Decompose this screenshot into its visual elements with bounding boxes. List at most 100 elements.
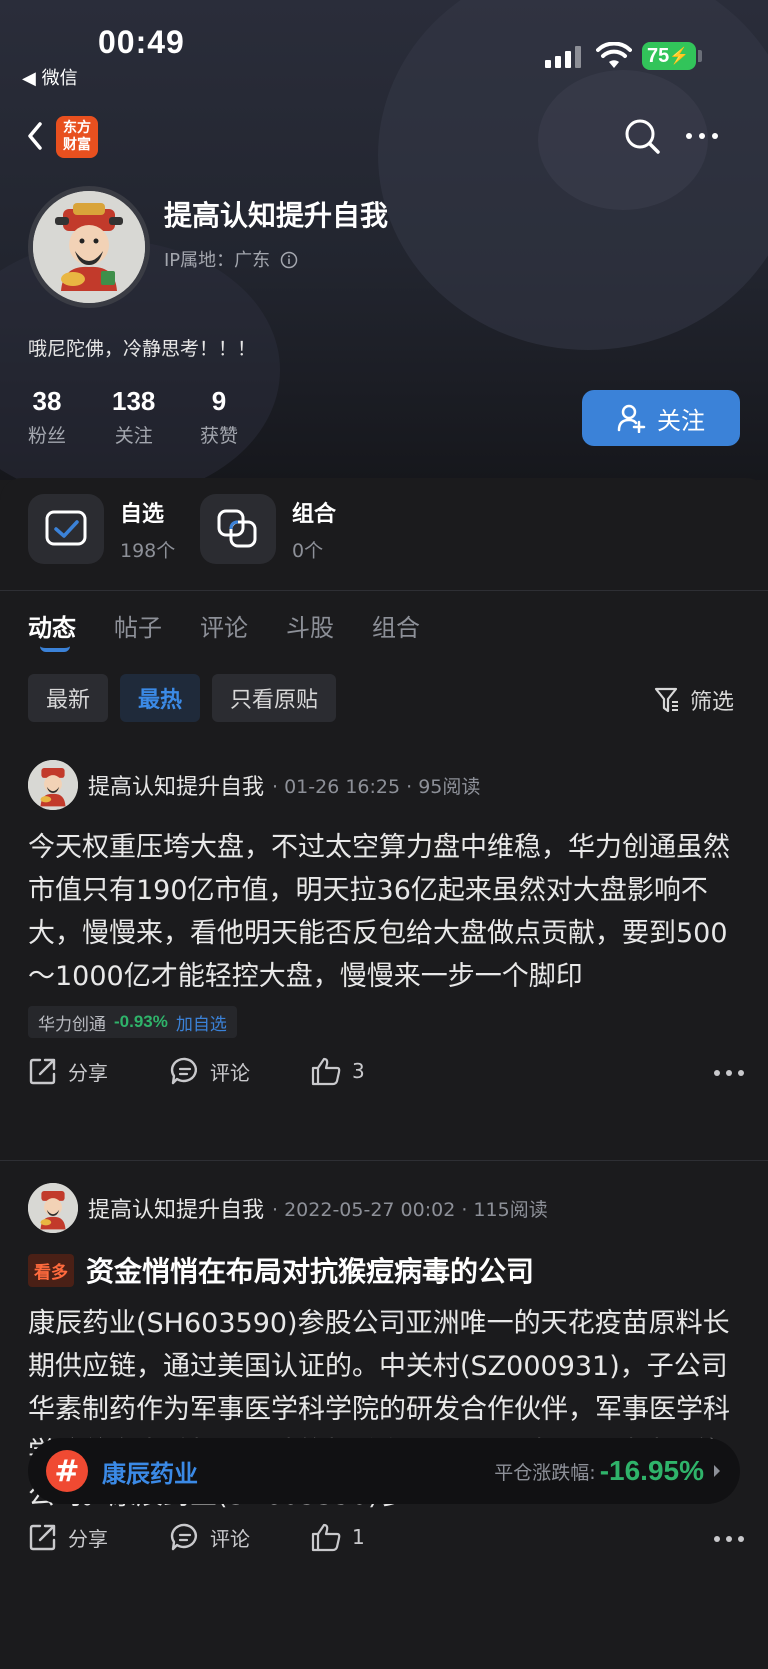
bullish-badge: 看多	[28, 1253, 74, 1287]
avatar[interactable]	[28, 1183, 78, 1233]
logo-line2: 财富	[63, 137, 91, 153]
back-to-wechat[interactable]: ◀ 微信	[22, 64, 78, 90]
share-button[interactable]: 分享	[28, 1056, 108, 1086]
comment-label: 评论	[210, 1526, 250, 1551]
active-tab-indicator	[40, 646, 70, 652]
portfolio-icon	[200, 494, 276, 564]
avatar-illustration-icon	[33, 191, 145, 303]
post-meta: · 2022-05-27 00:02 · 115阅读	[272, 1198, 548, 1221]
like-button[interactable]: 1	[310, 1522, 365, 1552]
avatar[interactable]	[28, 760, 78, 810]
shortcut-watchlist[interactable]: 自选 198个	[28, 494, 175, 564]
cellular-signal-icon	[545, 46, 583, 68]
stat-fans[interactable]: 38 粉丝	[28, 386, 66, 448]
share-label: 分享	[68, 1526, 108, 1551]
wifi-icon	[596, 42, 632, 68]
post-more-icon[interactable]	[714, 1070, 744, 1076]
comment-icon	[170, 1057, 197, 1085]
shortcut-title: 组合	[292, 501, 337, 527]
ip-location: IP属地：广东	[164, 246, 298, 272]
stock-tag[interactable]: 华力创通 -0.93% 加自选	[28, 1006, 237, 1038]
post-author[interactable]: 提高认知提升自我	[88, 769, 264, 801]
share-icon	[29, 1524, 56, 1551]
close-change-label: 平仓涨跌幅:	[494, 1461, 596, 1484]
post-title: 资金悄悄在布局对抗猴痘病毒的公司	[86, 1255, 535, 1288]
stock-card-name: 康辰药业	[102, 1459, 198, 1488]
post-title-row[interactable]: 看多 资金悄悄在布局对抗猴痘病毒的公司	[28, 1250, 534, 1290]
stat-number: 9	[211, 386, 227, 416]
share-button[interactable]: 分享	[28, 1522, 108, 1552]
post-author[interactable]: 提高认知提升自我	[88, 1192, 264, 1224]
divider	[0, 590, 768, 591]
stock-change: -0.93%	[114, 1012, 168, 1031]
shortcut-count: 198个	[120, 539, 176, 562]
post-header: 提高认知提升自我 · 2022-05-27 00:02 · 115阅读	[28, 1183, 548, 1233]
thumbs-up-icon	[311, 1057, 341, 1086]
follow-button[interactable]: 关注	[582, 390, 740, 446]
comment-icon	[170, 1523, 197, 1551]
tab-stock-battle[interactable]: 斗股	[286, 608, 334, 643]
like-button[interactable]: 3	[310, 1056, 365, 1086]
tab-comments[interactable]: 评论	[200, 608, 248, 643]
post-body[interactable]: 今天权重压垮大盘，不过太空算力盘中维稳，华力创通虽然市值只有190亿市值，明天拉…	[28, 826, 744, 998]
share-icon	[29, 1058, 56, 1085]
like-count: 1	[352, 1525, 365, 1549]
chevron-right-icon	[714, 1465, 720, 1477]
tab-activity[interactable]: 动态	[28, 608, 76, 643]
sort-filters: 最新 最热 只看原贴	[28, 674, 337, 722]
stock-name: 华力创通	[38, 1014, 106, 1035]
avatar[interactable]	[28, 186, 150, 308]
logo-line1: 东方	[63, 120, 91, 136]
filter-label: 筛选	[690, 690, 735, 715]
stat-number: 138	[112, 386, 156, 416]
battery-level: 75	[647, 44, 670, 67]
tab-portfolio[interactable]: 组合	[372, 608, 420, 643]
post-actions: 分享 评论 3	[28, 1056, 744, 1096]
shortcut-count: 0个	[292, 539, 324, 562]
more-options-icon[interactable]	[686, 124, 726, 148]
filter-original-only[interactable]: 只看原贴	[212, 674, 337, 722]
filter-hot[interactable]: 最热	[120, 674, 201, 722]
thumbs-up-icon	[311, 1523, 341, 1552]
content-panel: 自选 198个 组合 0个 动态 帖子 评论 斗股 组合 最新 最热 只看原贴	[0, 478, 768, 1669]
post-actions: 分享 评论 1	[28, 1522, 744, 1562]
comment-button[interactable]: 评论	[170, 1056, 250, 1086]
close-change-value: -16.95%	[599, 1455, 704, 1486]
info-icon[interactable]	[280, 251, 298, 269]
back-arrow-icon[interactable]	[22, 118, 50, 154]
watchlist-icon	[28, 494, 104, 564]
divider	[0, 1160, 768, 1161]
search-icon[interactable]	[622, 116, 662, 156]
shortcut-portfolio[interactable]: 组合 0个	[200, 494, 336, 564]
stat-label: 关注	[114, 425, 153, 447]
filter-button[interactable]: 筛选	[654, 684, 734, 716]
post-more-icon[interactable]	[714, 1536, 744, 1542]
top-nav: 东方 财富	[0, 110, 768, 166]
stat-likes[interactable]: 9 获赞	[200, 386, 238, 448]
comment-label: 评论	[210, 1060, 250, 1085]
profile-bio: 哦尼陀佛，冷静思考！！！	[28, 338, 257, 360]
status-bar: 00:49 ◀ 微信 75 ⚡	[0, 0, 768, 90]
stock-card[interactable]: # 康辰药业 平仓涨跌幅: -16.95%	[28, 1438, 740, 1504]
content-tabs: 动态 帖子 评论 斗股 组合	[28, 608, 420, 643]
stat-label: 粉丝	[28, 425, 67, 447]
like-count: 3	[352, 1059, 365, 1083]
hashtag-icon: #	[46, 1450, 88, 1492]
battery-indicator: 75 ⚡	[642, 42, 696, 70]
stat-following[interactable]: 138 关注	[112, 386, 155, 448]
post-header: 提高认知提升自我 · 01-26 16:25 · 95阅读	[28, 760, 480, 810]
profile-name: 提高认知提升自我	[164, 199, 389, 232]
add-user-icon	[617, 404, 646, 433]
filter-latest[interactable]: 最新	[28, 674, 109, 722]
eastmoney-logo: 东方 财富	[56, 116, 98, 158]
tab-posts[interactable]: 帖子	[114, 608, 162, 643]
post-meta: · 01-26 16:25 · 95阅读	[272, 775, 481, 798]
comment-button[interactable]: 评论	[170, 1522, 250, 1552]
stat-number: 38	[32, 386, 62, 416]
filter-icon	[654, 687, 678, 713]
add-watchlist-link[interactable]: 加自选	[176, 1010, 227, 1035]
share-label: 分享	[68, 1060, 108, 1085]
stat-label: 获赞	[200, 425, 239, 447]
shortcut-title: 自选	[120, 501, 165, 527]
follow-label: 关注	[657, 406, 705, 435]
